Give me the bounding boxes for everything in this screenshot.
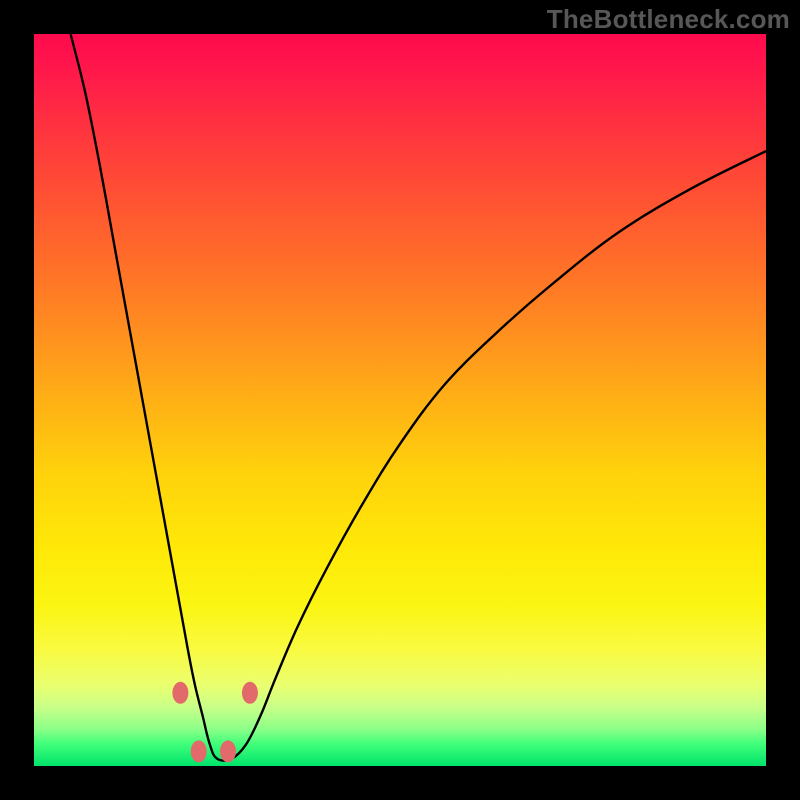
bottleneck-curve	[71, 34, 766, 761]
curve-marker	[191, 740, 207, 762]
watermark-text: TheBottleneck.com	[547, 4, 790, 35]
plot-area	[34, 34, 766, 766]
curve-marker	[172, 682, 188, 704]
curve-marker	[242, 682, 258, 704]
curve-marker	[220, 740, 236, 762]
chart-frame: TheBottleneck.com	[0, 0, 800, 800]
curve-layer	[34, 34, 766, 766]
curve-markers	[172, 682, 258, 763]
